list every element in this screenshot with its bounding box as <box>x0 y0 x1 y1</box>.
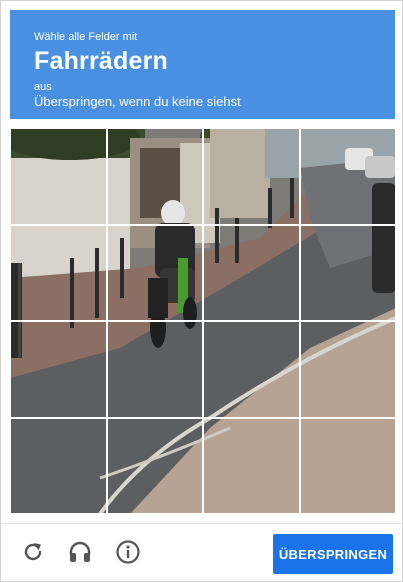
grid-tile[interactable] <box>299 128 396 225</box>
grid-tile[interactable] <box>106 224 203 321</box>
grid-tile[interactable] <box>203 417 300 514</box>
grid-tile[interactable] <box>10 321 107 418</box>
grid-tile[interactable] <box>106 417 203 514</box>
reload-icon <box>21 540 45 569</box>
skip-button[interactable]: ÜBERSPRINGEN <box>273 534 393 574</box>
info-icon <box>115 539 141 570</box>
grid-tile[interactable] <box>10 224 107 321</box>
grid-tile[interactable] <box>203 321 300 418</box>
challenge-header: Wähle alle Felder mit Fahrrädern aus Übe… <box>10 10 395 119</box>
image-grid <box>10 128 396 514</box>
grid-tile[interactable] <box>299 321 396 418</box>
grid-tile[interactable] <box>299 224 396 321</box>
reload-button[interactable] <box>19 540 47 568</box>
audio-challenge-button[interactable] <box>66 540 94 568</box>
grid-tile[interactable] <box>10 417 107 514</box>
grid-tile[interactable] <box>299 417 396 514</box>
headphones-icon <box>67 539 93 570</box>
challenge-footer: ÜBERSPRINGEN <box>1 523 402 581</box>
captcha-widget: Wähle alle Felder mit Fahrrädern aus Übe… <box>0 0 403 582</box>
grid-tile[interactable] <box>106 128 203 225</box>
skip-hint: Überspringen, wenn du keine siehst <box>34 94 241 109</box>
grid-tile[interactable] <box>10 128 107 225</box>
tile-grid <box>10 128 396 514</box>
grid-tile[interactable] <box>106 321 203 418</box>
from-text: aus <box>34 81 52 93</box>
info-button[interactable] <box>114 539 142 570</box>
target-object: Fahrrädern <box>34 47 168 75</box>
instruction-text: Wähle alle Felder mit <box>34 31 138 43</box>
grid-tile[interactable] <box>203 224 300 321</box>
grid-tile[interactable] <box>203 128 300 225</box>
